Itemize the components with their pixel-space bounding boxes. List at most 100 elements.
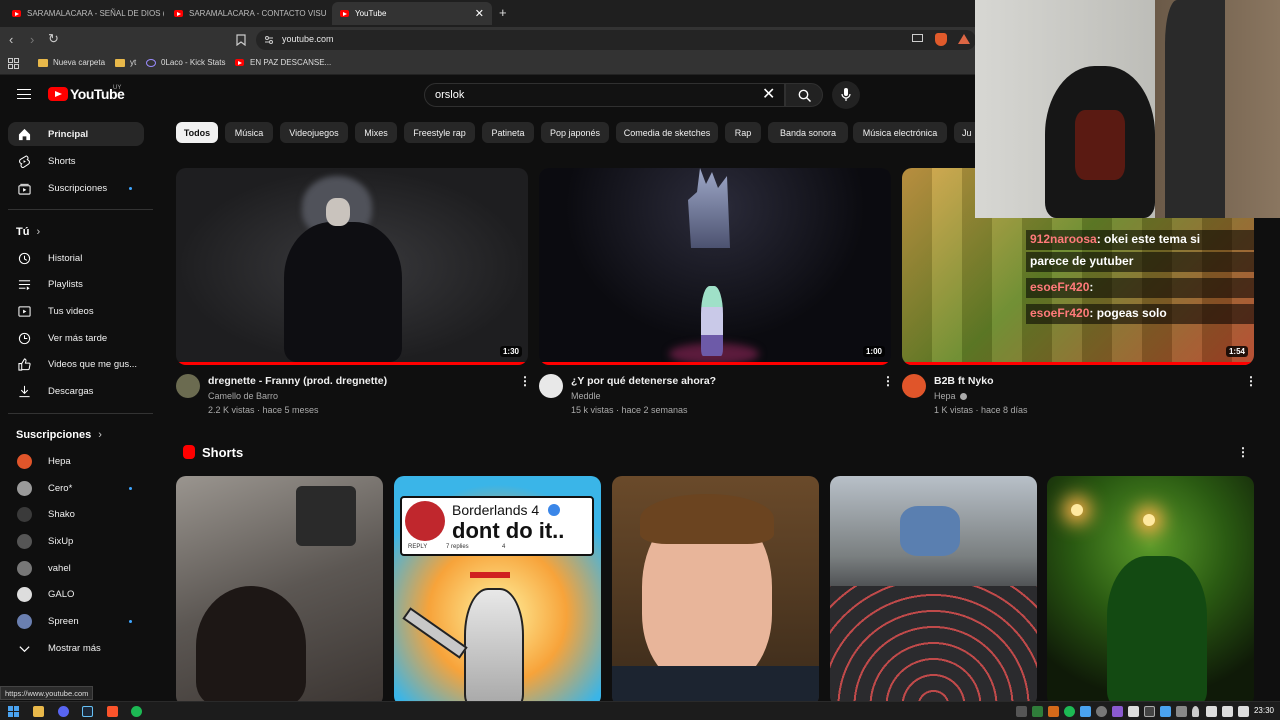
more-options-icon[interactable]: ⋮ [1245, 374, 1257, 388]
sidebar-item-downloads[interactable]: Descargas [8, 379, 144, 403]
sidebar-subscription-item[interactable]: vahel [8, 556, 144, 580]
chip-filter[interactable]: Mixes [355, 122, 397, 143]
apps-grid-icon[interactable] [8, 58, 19, 69]
sidebar-item-history[interactable]: Historial [8, 246, 144, 270]
sidebar-item-subscriptions[interactable]: Suscripciones [8, 176, 144, 200]
channel-avatar[interactable] [902, 374, 926, 398]
back-icon[interactable]: ‹ [9, 32, 13, 47]
more-options-icon[interactable]: ⋮ [882, 374, 894, 388]
video-title[interactable]: dregnette - Franny (prod. dregnette) [208, 375, 387, 387]
sidebar-item-liked-videos[interactable]: Videos que me gus... [8, 352, 144, 376]
short-thumbnail[interactable]: Borderlands 4 dont do it.. REPLY 7 repli… [394, 476, 601, 706]
tray-icon[interactable] [1112, 706, 1123, 717]
spotify-icon[interactable] [131, 706, 142, 717]
short-thumbnail[interactable] [612, 476, 819, 706]
microphone-tray-icon[interactable] [1192, 706, 1199, 717]
chip-filter[interactable]: Pop japonés [541, 122, 609, 143]
volume-icon[interactable] [1222, 706, 1233, 717]
site-info-icon[interactable] [264, 35, 274, 45]
browser-tab[interactable]: SARAMALACARA - SEÑAL DE DIOS ( [4, 2, 164, 25]
brave-shield-icon[interactable] [935, 33, 947, 46]
sidebar-show-more[interactable]: Mostrar más [8, 636, 144, 660]
video-title[interactable]: B2B ft Nyko [934, 375, 994, 387]
bookmark-folder[interactable]: Nueva carpeta [38, 58, 105, 67]
network-icon[interactable] [1206, 706, 1217, 717]
channel-avatar[interactable] [176, 374, 200, 398]
short-thumbnail[interactable] [176, 476, 383, 706]
more-options-icon[interactable]: ⋮ [519, 374, 531, 388]
video-channel[interactable]: Hepa [934, 391, 968, 401]
chip-filter[interactable]: Música [225, 122, 273, 143]
chip-filter[interactable]: Videojuegos [280, 122, 348, 143]
address-bar[interactable]: youtube.com [256, 30, 976, 50]
menu-icon[interactable] [17, 89, 31, 99]
search-input[interactable]: orslok [424, 83, 785, 107]
video-thumbnail[interactable]: 1:30 [176, 168, 528, 365]
search-button[interactable] [785, 83, 823, 107]
chip-filter[interactable]: Comedia de sketches [616, 122, 718, 143]
forward-icon[interactable]: › [30, 32, 34, 47]
new-tab-icon[interactable]: + [499, 5, 507, 20]
browser-tab-active[interactable]: YouTube ✕ [332, 2, 492, 25]
sidebar-you-heading[interactable]: Tú › [16, 226, 40, 238]
chip-filter[interactable]: Banda sonora [768, 122, 848, 143]
steam-icon[interactable] [82, 706, 93, 717]
tray-icon[interactable] [1080, 706, 1091, 717]
bookmark-icon[interactable] [236, 34, 246, 46]
sidebar-subscription-item[interactable]: Spreen [8, 609, 144, 633]
short-thumbnail[interactable] [1047, 476, 1254, 706]
tray-spotify-icon[interactable] [1064, 706, 1075, 717]
video-channel[interactable]: Meddle [571, 391, 601, 401]
tray-icon[interactable] [1096, 706, 1107, 717]
chip-filter[interactable]: Patineta [482, 122, 534, 143]
windows-start-icon[interactable] [8, 706, 19, 717]
chip-filter[interactable]: Freestyle rap [404, 122, 475, 143]
browser-tab[interactable]: SARAMALACARA - CONTACTO VISU [166, 2, 326, 25]
taskbar-clock[interactable]: 23:30 [1254, 706, 1274, 715]
chip-filter[interactable]: Rap [725, 122, 761, 143]
tray-icon[interactable] [1032, 706, 1043, 717]
tray-icon[interactable] [1128, 706, 1139, 717]
tray-icon[interactable] [1048, 706, 1059, 717]
cast-icon[interactable] [912, 34, 923, 42]
chip-filter[interactable]: Música electrónica [853, 122, 947, 143]
voice-search-button[interactable] [832, 81, 860, 109]
sidebar-subscription-item[interactable]: Hepa [8, 449, 144, 473]
bookmark-folder[interactable]: yt [115, 58, 136, 67]
language-icon[interactable] [1238, 706, 1249, 717]
heading-label: Suscripciones [16, 429, 92, 441]
channel-avatar[interactable] [539, 374, 563, 398]
bookmark-link[interactable]: EN PAZ DESCANSE... [235, 58, 331, 67]
sidebar-subscription-item[interactable]: Shako [8, 502, 144, 526]
chip-filter[interactable]: Ju [954, 122, 975, 143]
video-thumbnail[interactable]: 1:00 [539, 168, 891, 365]
sidebar-item-home[interactable]: Principal [8, 122, 144, 146]
shorts-more-options-icon[interactable]: ⋮ [1237, 445, 1249, 459]
video-channel[interactable]: Camello de Barro [208, 391, 278, 401]
tray-icon[interactable] [1160, 706, 1171, 717]
sidebar-subscription-item[interactable]: GALO [8, 582, 144, 606]
chevron-down-icon [19, 645, 30, 652]
close-tab-icon[interactable]: ✕ [475, 7, 484, 20]
sidebar-subscription-item[interactable]: SixUp [8, 529, 144, 553]
sidebar-item-playlists[interactable]: Playlists [8, 272, 144, 296]
sidebar-item-shorts[interactable]: Shorts [8, 149, 144, 173]
chip-filter[interactable]: Todos [176, 122, 218, 143]
clear-search-icon[interactable]: ✕ [762, 86, 775, 104]
discord-icon[interactable] [58, 706, 69, 717]
file-explorer-icon[interactable] [33, 706, 44, 717]
tray-icon[interactable] [1144, 706, 1155, 717]
tray-icon[interactable] [1016, 706, 1027, 717]
brave-rewards-icon[interactable] [958, 34, 970, 44]
reload-icon[interactable]: ↻ [48, 31, 59, 47]
short-thumbnail[interactable] [830, 476, 1037, 706]
video-title[interactable]: ¿Y por qué detenerse ahora? [571, 375, 716, 387]
sidebar-subscription-item[interactable]: Cero* [8, 476, 144, 500]
bookmark-link[interactable]: 0Laco - Kick Stats [146, 58, 225, 67]
sidebar-subscriptions-heading[interactable]: Suscripciones › [16, 429, 102, 441]
brave-browser-icon[interactable] [107, 706, 118, 717]
sidebar-item-watch-later[interactable]: Ver más tarde [8, 326, 144, 350]
sidebar-item-your-videos[interactable]: Tus videos [8, 299, 144, 323]
chat-user: esoeFr420 [1030, 280, 1090, 294]
tray-icon[interactable] [1176, 706, 1187, 717]
